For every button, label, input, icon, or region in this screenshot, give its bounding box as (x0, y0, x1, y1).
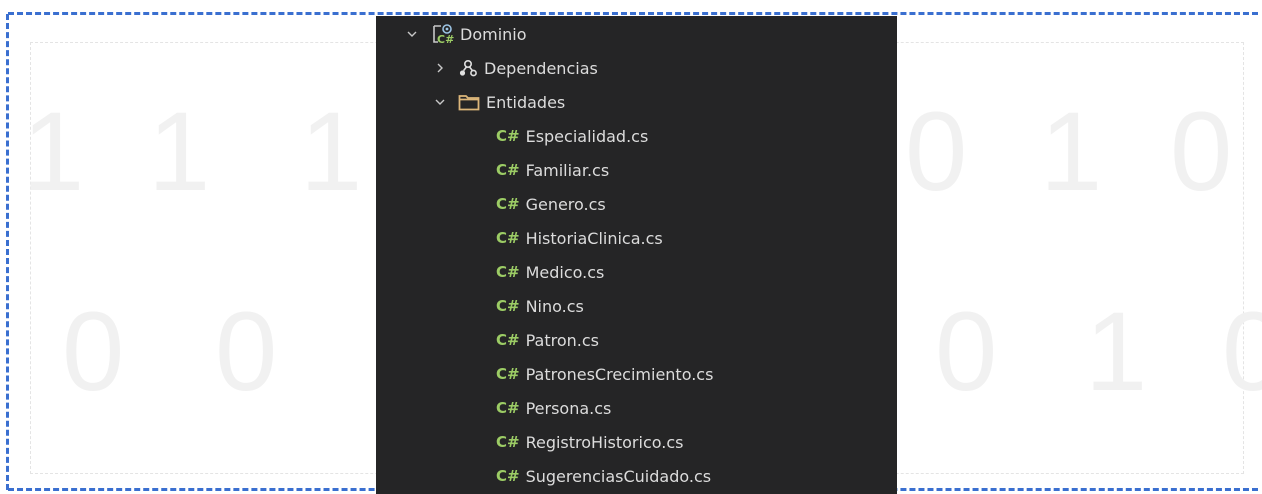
file-label: RegistroHistorico.cs (525, 432, 684, 452)
background-digit: 1 (148, 89, 211, 214)
csharp-file-icon: C# (496, 297, 520, 315)
tree-item-file[interactable]: C# RegistroHistorico.cs (376, 425, 897, 459)
solution-explorer-panel: C# Dominio Dependencias Entidades C# Esp… (376, 16, 897, 494)
tree-item-file[interactable]: C# Especialidad.cs (376, 119, 897, 153)
file-label: Genero.cs (525, 194, 606, 214)
background-digit: 0 (62, 289, 125, 414)
file-label: SugerenciasCuidado.cs (525, 466, 712, 486)
tree-item-file[interactable]: C# HistoriaClinica.cs (376, 221, 897, 255)
tree-item-file[interactable]: C# PatronesCrecimiento.cs (376, 357, 897, 391)
csharp-file-icon: C# (496, 365, 520, 383)
background-digit: 0 (1170, 89, 1233, 214)
background-digit: 1 (1040, 89, 1103, 214)
tree-item-project[interactable]: C# Dominio (376, 17, 897, 51)
background-digit: 0 (905, 89, 968, 214)
tree-item-file[interactable]: C# Medico.cs (376, 255, 897, 289)
svg-text:C#: C# (437, 33, 454, 45)
file-label: Familiar.cs (525, 160, 610, 180)
chevron-right-icon[interactable] (432, 60, 448, 76)
chevron-down-icon[interactable] (404, 26, 420, 42)
folder-label: Entidades (486, 92, 566, 112)
file-label: Nino.cs (525, 296, 584, 316)
csharp-file-icon: C# (496, 161, 520, 179)
background-digit: 0 (215, 289, 278, 414)
tree-item-file[interactable]: C# Familiar.cs (376, 153, 897, 187)
tree-item-file[interactable]: C# Persona.cs (376, 391, 897, 425)
file-label: Patron.cs (525, 330, 599, 350)
dependencies-label: Dependencias (484, 58, 598, 78)
frame-top-border (8, 12, 1258, 15)
background-digit: 1 (1085, 289, 1148, 414)
file-label: Persona.cs (525, 398, 612, 418)
dependencies-icon (458, 58, 478, 78)
tree-item-file[interactable]: C# Nino.cs (376, 289, 897, 323)
background-digit: 0 (1222, 289, 1262, 414)
chevron-down-icon[interactable] (432, 94, 448, 110)
csharp-file-icon: C# (496, 433, 520, 451)
tree-item-file[interactable]: C# Patron.cs (376, 323, 897, 357)
folder-open-icon (458, 93, 480, 111)
csharp-file-icon: C# (496, 229, 520, 247)
background-digit: 0 (935, 289, 998, 414)
file-label: Medico.cs (525, 262, 605, 282)
file-label: Especialidad.cs (525, 126, 649, 146)
project-label: Dominio (460, 24, 527, 44)
csharp-project-icon: C# (432, 23, 454, 45)
background-digit: 1 (300, 89, 363, 214)
csharp-file-icon: C# (496, 263, 520, 281)
frame-left-border (6, 14, 9, 490)
background-digit: 1 (22, 89, 85, 214)
csharp-file-icon: C# (496, 399, 520, 417)
tree-item-file[interactable]: C# SugerenciasCuidado.cs (376, 459, 897, 493)
tree-item-dependencies[interactable]: Dependencias (376, 51, 897, 85)
csharp-file-icon: C# (496, 127, 520, 145)
csharp-file-icon: C# (496, 331, 520, 349)
file-label: PatronesCrecimiento.cs (525, 364, 714, 384)
file-label: HistoriaClinica.cs (525, 228, 663, 248)
tree-item-file[interactable]: C# Genero.cs (376, 187, 897, 221)
csharp-file-icon: C# (496, 467, 520, 485)
csharp-file-icon: C# (496, 195, 520, 213)
tree-item-folder-entidades[interactable]: Entidades (376, 85, 897, 119)
